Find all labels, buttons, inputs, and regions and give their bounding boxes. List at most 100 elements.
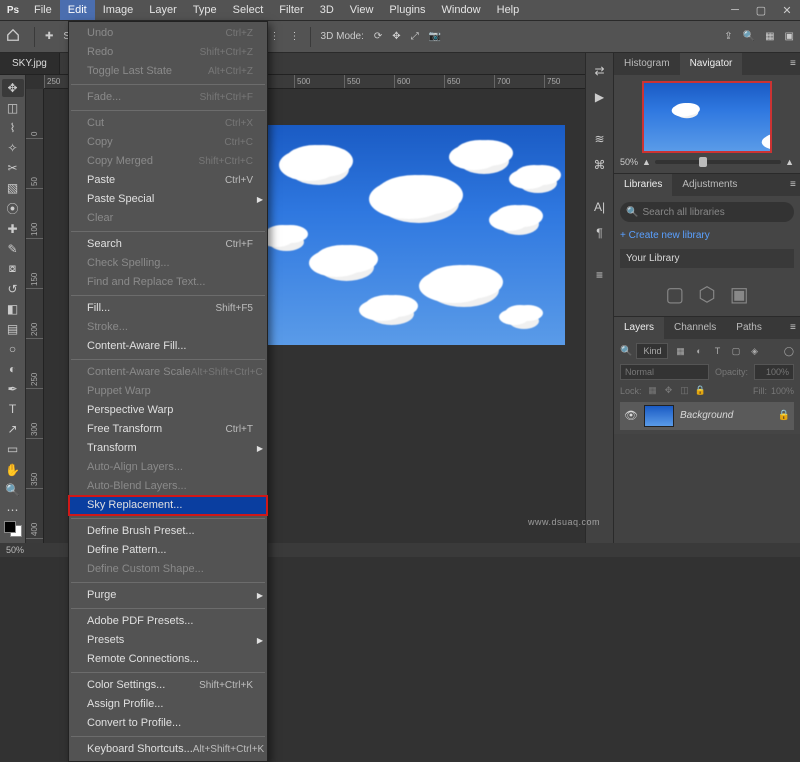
document-tab[interactable]: SKY.jpg [0,53,60,74]
distribute-icon[interactable]: ⋮ [290,31,300,42]
edit-menu-paste-special[interactable]: Paste Special [69,190,267,209]
tab-adjustments[interactable]: Adjustments [672,174,747,196]
gradient-tool-icon[interactable]: ▤ [2,320,24,338]
tab-layers[interactable]: Layers [614,317,664,339]
library-search-input[interactable]: 🔍 Search all libraries [620,202,794,222]
zoom-icon[interactable]: ⤢ [411,31,419,42]
strip-play-icon[interactable]: ▶ [590,87,610,107]
visibility-icon[interactable]: 👁 [624,409,638,422]
type-tool-icon[interactable]: T [2,400,24,418]
workspace-icon[interactable]: ▦ [765,31,774,42]
lock-position-icon[interactable]: ✥ [662,384,676,398]
edit-menu-presets[interactable]: Presets [69,631,267,650]
filter-pixel-icon[interactable]: ▦ [672,344,688,360]
lock-all-icon[interactable]: 🔒 [694,384,708,398]
edit-menu-keyboard-shortcuts[interactable]: Keyboard Shortcuts...Alt+Shift+Ctrl+K [69,740,267,759]
strip-icon[interactable]: ≡ [590,265,610,285]
layer-item-background[interactable]: 👁 Background 🔒 [620,402,794,430]
edit-menu-define-pattern[interactable]: Define Pattern... [69,541,267,560]
pan-icon[interactable]: ✥ [392,31,400,42]
edit-menu-content-aware-fill[interactable]: Content-Aware Fill... [69,337,267,356]
arrange-icon[interactable]: ▣ [785,31,794,42]
history-brush-tool-icon[interactable]: ↺ [2,280,24,298]
shape-tool-icon[interactable]: ▭ [2,440,24,458]
zoom-tool-icon[interactable]: 🔍 [2,481,24,499]
stamp-tool-icon[interactable]: ⧇ [2,260,24,278]
hand-tool-icon[interactable]: ✋ [2,460,24,478]
tab-histogram[interactable]: Histogram [614,53,680,75]
path-tool-icon[interactable]: ↗ [2,420,24,438]
edit-menu-transform[interactable]: Transform [69,439,267,458]
filter-shape-icon[interactable]: ▢ [728,344,744,360]
menu-item-filter[interactable]: Filter [271,0,311,20]
dodge-tool-icon[interactable]: ◐ [2,360,24,378]
edit-menu-convert-to-profile[interactable]: Convert to Profile... [69,714,267,733]
layer-filter-kind[interactable]: Kind [636,343,668,359]
menu-item-3d[interactable]: 3D [312,0,342,20]
color-swatch[interactable] [4,521,22,537]
eyedropper-tool-icon[interactable]: ⦿ [2,199,24,217]
menu-item-file[interactable]: File [26,0,60,20]
blur-tool-icon[interactable]: ○ [2,340,24,358]
document-canvas[interactable] [255,125,565,345]
menu-item-layer[interactable]: Layer [141,0,185,20]
menu-item-plugins[interactable]: Plugins [381,0,433,20]
crop-tool-icon[interactable]: ✂ [2,159,24,177]
strip-icon[interactable]: ⌘ [590,155,610,175]
navigator-thumbnail[interactable] [642,81,772,153]
panel-menu-icon[interactable]: ≡ [780,317,800,339]
blend-mode-select[interactable]: Normal [620,364,709,380]
menu-item-view[interactable]: View [342,0,382,20]
distribute-icon[interactable]: ⋮ [270,31,280,42]
create-new-library-button[interactable]: + Create new library [620,230,794,241]
panel-menu-icon[interactable]: ≡ [780,174,800,196]
zoom-out-icon[interactable]: ▲ [642,157,651,167]
menu-item-help[interactable]: Help [489,0,528,20]
edit-menu-fill[interactable]: Fill...Shift+F5 [69,299,267,318]
pen-tool-icon[interactable]: ✒ [2,380,24,398]
wand-tool-icon[interactable]: ✧ [2,139,24,157]
fill-value[interactable]: 100% [771,386,794,396]
tab-navigator[interactable]: Navigator [680,53,743,75]
edit-menu-purge[interactable]: Purge [69,586,267,605]
edit-menu-perspective-warp[interactable]: Perspective Warp [69,401,267,420]
filter-smart-icon[interactable]: ◈ [747,344,763,360]
maximize-icon[interactable]: ▢ [748,0,774,20]
your-library-item[interactable]: Your Library [620,249,794,268]
home-icon[interactable] [6,28,24,46]
edit-menu-sky-replacement[interactable]: Sky Replacement... [69,496,267,515]
edit-toolbar-icon[interactable]: ⋯ [2,501,24,519]
strip-icon[interactable]: ≋ [590,129,610,149]
panel-menu-icon[interactable]: ≡ [780,53,800,75]
edit-menu-assign-profile[interactable]: Assign Profile... [69,695,267,714]
edit-menu-remote-connections[interactable]: Remote Connections... [69,650,267,669]
edit-menu-define-brush-preset[interactable]: Define Brush Preset... [69,522,267,541]
tab-channels[interactable]: Channels [664,317,726,339]
edit-menu-color-settings[interactable]: Color Settings...Shift+Ctrl+K [69,676,267,695]
camera-icon[interactable]: 📷 [429,31,441,42]
opacity-value[interactable]: 100% [754,364,794,380]
tab-paths[interactable]: Paths [726,317,772,339]
strip-icon[interactable]: ¶ [590,223,610,243]
tab-libraries[interactable]: Libraries [614,174,672,196]
menu-item-edit[interactable]: Edit [60,0,95,20]
filter-adjust-icon[interactable]: ◐ [691,343,707,359]
edit-menu-search[interactable]: SearchCtrl+F [69,235,267,254]
menu-item-image[interactable]: Image [95,0,142,20]
menu-item-select[interactable]: Select [225,0,272,20]
lasso-tool-icon[interactable]: ⌇ [2,119,24,137]
menu-item-type[interactable]: Type [185,0,225,20]
move-tool-icon[interactable]: ✥ [2,79,24,97]
menu-item-window[interactable]: Window [434,0,489,20]
lock-pixels-icon[interactable]: ▦ [646,384,660,398]
strip-icon[interactable]: A| [590,197,610,217]
navigator-zoom-slider[interactable] [655,160,781,164]
zoom-in-icon[interactable]: ▲ [785,157,794,167]
orbit-icon[interactable]: ⟳ [374,31,382,42]
lock-icon[interactable]: 🔒 [778,410,790,421]
frame-tool-icon[interactable]: ▧ [2,179,24,197]
eraser-tool-icon[interactable]: ◧ [2,300,24,318]
edit-menu-paste[interactable]: PasteCtrl+V [69,171,267,190]
plus-icon[interactable]: ✚ [45,31,53,42]
edit-menu-free-transform[interactable]: Free TransformCtrl+T [69,420,267,439]
